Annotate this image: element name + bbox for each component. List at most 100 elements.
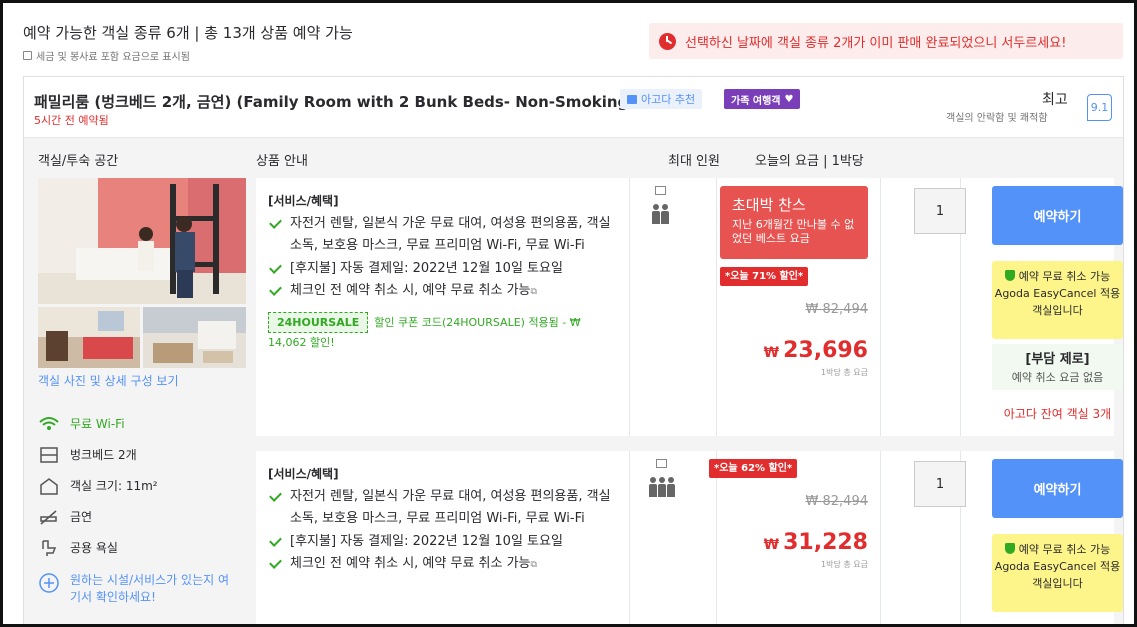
column-product: 상품 안내: [256, 154, 308, 169]
fact-room-size-label: 객실 크기: 11m²: [70, 479, 158, 493]
offer-row: [서비스/혜택] 자전거 렌탈, 일본식 가운 무료 대여, 여성용 편의용품,…: [256, 178, 1123, 436]
benefit-text: [후지불] 자동 결제일: 2022년 12월 10일 토요일: [290, 533, 563, 549]
benefits-list: [서비스/혜택] 자전거 렌탈, 일본식 가운 무료 대여, 여성용 편의용품,…: [268, 190, 618, 353]
fact-bed-label: 벙크베드 2개: [70, 448, 137, 462]
room-quantity-select[interactable]: 1: [914, 461, 966, 507]
check-icon: [268, 213, 282, 258]
room-photo-thumb-2[interactable]: [143, 307, 246, 368]
document-icon: [23, 51, 32, 60]
fact-non-smoking-label: 금연: [70, 510, 93, 524]
benefit-text: 자전거 렌탈, 일본식 가운 무료 대여, 여성용 편의용품, 객실 소독, 보…: [290, 215, 611, 254]
recommend-label: 아고다 추천: [641, 93, 696, 106]
clock-icon: [659, 32, 676, 50]
bed-icon: [40, 447, 58, 463]
person-icon: [652, 204, 660, 224]
column-room-space: 객실/투숙 공간: [38, 154, 119, 169]
person-icon: [661, 204, 669, 224]
discount-badge: *오늘 71% 할인*: [720, 267, 809, 286]
original-price: ₩ 82,494: [805, 302, 868, 317]
offer-row: [서비스/혜택] 자전거 렌탈, 일본식 가운 무료 대여, 여성용 편의용품,…: [256, 451, 1123, 624]
fact-wifi: 무료 Wi-Fi: [38, 415, 238, 446]
price-note: 1박당 총 요금: [821, 560, 868, 569]
tax-note-text: 세금 및 봉사료 포함 요금으로 표시됨: [36, 52, 190, 63]
shield-icon: [1004, 270, 1015, 281]
rating-word: 최고: [1042, 92, 1068, 108]
check-icon: [268, 258, 282, 281]
benefit-text: [후지불] 자동 결제일: 2022년 12월 10일 토요일: [290, 260, 563, 276]
room-card-header: 패밀리룸 (벙크베드 2개, 금연) (Family Room with 2 B…: [24, 77, 1123, 138]
currency-symbol: ₩: [763, 537, 780, 553]
benefits-title: [서비스/혜택]: [268, 467, 339, 481]
copy-icon: [656, 459, 667, 468]
benefit-text: 체크인 전 예약 취소 시, 예약 무료 취소 가능: [290, 283, 531, 298]
check-icon: [268, 280, 282, 304]
max-occupancy: [651, 186, 669, 228]
coupon-row: 24HOURSALE 할인 쿠폰 코드(24HOURSALE) 적용됨 - ₩ 1…: [268, 311, 618, 353]
price-value: 23,696: [783, 338, 868, 363]
column-price: 오늘의 요금 | 1박당: [755, 154, 864, 169]
availability-title: 예약 가능한 객실 종류 6개 | 총 13개 상품 예약 가능: [23, 24, 353, 42]
room-quantity-select[interactable]: 1: [914, 188, 966, 234]
current-price: ₩31,228: [764, 530, 868, 555]
easy-cancel-box: 예약 무료 취소 가능 Agoda EasyCancel 적용 객실입니다: [992, 534, 1123, 612]
benefit-text: 체크인 전 예약 취소 시, 예약 무료 취소 가능: [290, 556, 531, 571]
book-button[interactable]: 예약하기: [992, 186, 1123, 245]
agoda-recommend-badge: 아고다 추천: [620, 89, 703, 109]
fact-room-size: 객실 크기: 11m²: [38, 477, 238, 508]
currency-symbol: ₩: [763, 345, 780, 361]
divider: [629, 178, 630, 436]
room-photos-link[interactable]: 객실 사진 및 상세 구성 보기: [38, 372, 179, 389]
zero-title: [부담 제로]: [1025, 352, 1090, 367]
divider: [880, 178, 881, 436]
benefits-list: [서비스/혜택] 자전거 렌탈, 일본식 가운 무료 대여, 여성용 편의용품,…: [268, 463, 618, 577]
person-icon: [667, 477, 675, 497]
benefit-item: 자전거 렌탈, 일본식 가운 무료 대여, 여성용 편의용품, 객실 소독, 보…: [268, 213, 618, 258]
room-card: 패밀리룸 (벙크베드 2개, 금연) (Family Room with 2 B…: [23, 76, 1124, 624]
max-occupancy: [648, 459, 675, 501]
booked-recently: 5시간 전 예약됨: [34, 114, 109, 127]
fact-wifi-label: 무료 Wi-Fi: [70, 417, 125, 431]
easy-cancel-text: Agoda EasyCancel 적용 객실입니다: [994, 287, 1121, 317]
fact-non-smoking: 금연: [38, 508, 238, 539]
room-photo-thumb-2-image: [143, 307, 246, 368]
check-icon: [268, 486, 282, 531]
discount-badge: *오늘 62% 할인*: [709, 459, 798, 478]
fact-shared-bathroom-label: 공용 욕실: [70, 541, 118, 555]
divider: [880, 451, 881, 624]
column-max-guests: 최대 인원: [668, 154, 720, 169]
room-photo-thumb-1[interactable]: [38, 307, 140, 368]
room-facts: 무료 Wi-Fi 벙크베드 2개 객실 크기: 11m² 금연 공용 욕실 원하…: [38, 415, 238, 604]
benefit-item: 체크인 전 예약 취소 시, 예약 무료 취소 가능⧉: [268, 280, 618, 304]
tax-note: 세금 및 봉사료 포함 요금으로 표시됨: [23, 48, 190, 63]
page: 예약 가능한 객실 종류 6개 | 총 13개 상품 예약 가능 세금 및 봉사…: [0, 0, 1137, 627]
divider: [716, 178, 717, 436]
person-icon: [658, 477, 666, 497]
copy-icon[interactable]: ⧉: [531, 560, 537, 570]
room-name[interactable]: 패밀리룸 (벙크베드 2개, 금연) (Family Room with 2 B…: [34, 91, 635, 112]
copy-icon[interactable]: ⧉: [531, 287, 537, 297]
price-value: 31,228: [783, 530, 868, 555]
house-icon: [40, 478, 58, 495]
room-photo-main[interactable]: [38, 178, 246, 304]
wifi-icon: [39, 417, 59, 430]
room-photo-image: [38, 178, 246, 304]
easy-cancel-text: Agoda EasyCancel 적용 객실입니다: [994, 560, 1121, 590]
amenity-check-link[interactable]: 원하는 시설/서비스가 있는지 여기서 확인하세요!: [38, 572, 238, 604]
deal-title: 초대박 찬스: [732, 196, 806, 214]
free-cancel-text: 예약 무료 취소 가능: [1018, 543, 1111, 556]
deal-banner: 초대박 찬스 지난 6개월간 만나볼 수 없었던 베스트 요금: [720, 186, 868, 259]
zero-burden-box: [부담 제로] 예약 취소 요금 없음: [992, 344, 1123, 390]
check-icon: [268, 531, 282, 554]
family-badge: 가족 여행객 ♥: [724, 89, 801, 109]
original-price: ₩ 82,494: [805, 494, 868, 509]
deal-subtitle: 지난 6개월간 만나볼 수 없었던 베스트 요금: [732, 218, 855, 245]
fact-bed: 벙크베드 2개: [38, 446, 238, 477]
benefit-item: 자전거 렌탈, 일본식 가운 무료 대여, 여성용 편의용품, 객실 소독, 보…: [268, 486, 618, 531]
free-cancel-text: 예약 무료 취소 가능: [1018, 270, 1111, 283]
benefit-item: 체크인 전 예약 취소 시, 예약 무료 취소 가능⧉: [268, 553, 618, 577]
shield-icon: [1004, 543, 1015, 554]
coupon-code: 24HOURSALE: [268, 311, 369, 333]
divider: [629, 451, 630, 624]
book-button[interactable]: 예약하기: [992, 459, 1123, 518]
plus-circle-icon: [39, 573, 59, 593]
